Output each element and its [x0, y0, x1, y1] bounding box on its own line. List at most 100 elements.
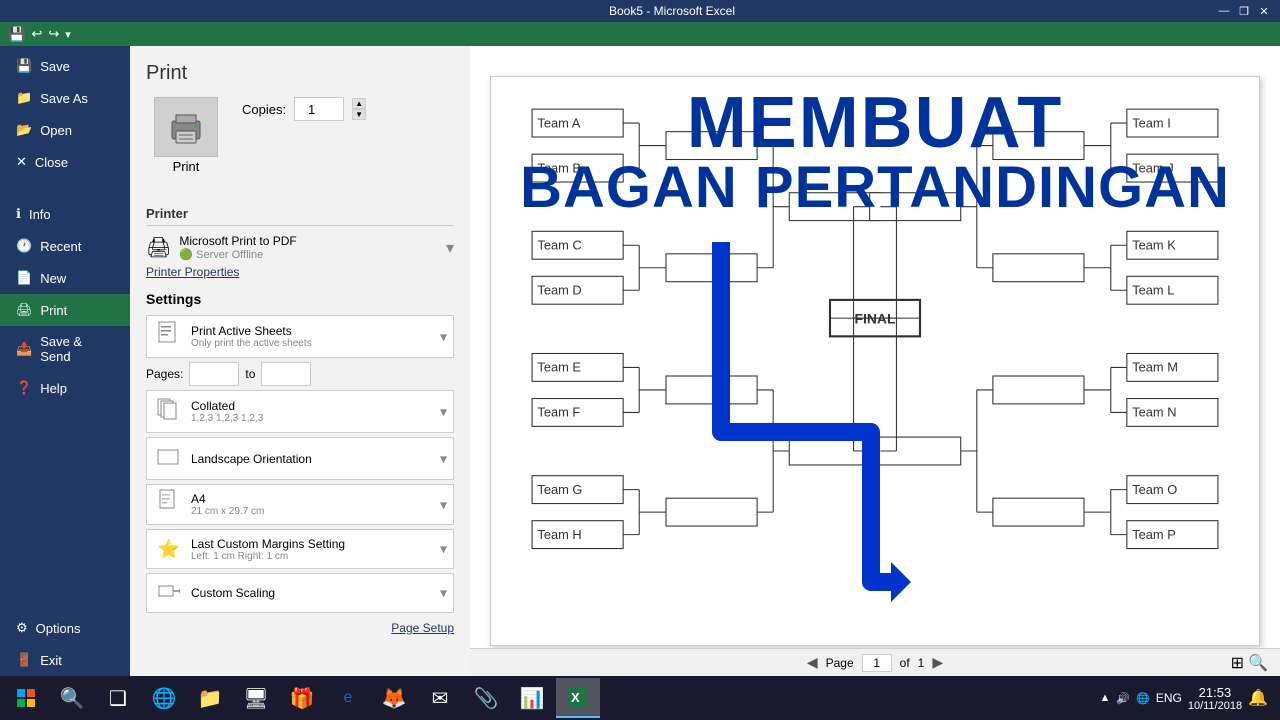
prev-page-btn[interactable]: ◀ [807, 654, 818, 671]
page-preview: Team A Team B Team C Team D Team E Team … [490, 76, 1260, 646]
speaker-icon[interactable]: 🔊 [1116, 692, 1130, 705]
copies-row: Copies: ▲ ▼ [242, 97, 454, 121]
svg-text:Team C: Team C [537, 238, 581, 253]
taskbar: 🔍 ❑ 🌐 📁 🖥 🎁 e 🦊 ✉ 📎 📊 X ▲ 🔊 🌐 ENG 21:53 … [0, 676, 1280, 720]
sidebar-item-info[interactable]: ℹ Info [0, 198, 130, 230]
undo-quick-btn[interactable]: ↩ [31, 26, 42, 42]
printer-status: 🟢 Server Offline [179, 248, 296, 261]
printer-svg [166, 107, 206, 147]
sidebar-item-new[interactable]: 📄 New [0, 262, 130, 294]
margins-setting[interactable]: ⭐ Last Custom Margins Setting Left: 1 cm… [146, 529, 454, 569]
app7-btn[interactable]: 📊 [510, 678, 554, 718]
svg-text:X: X [571, 690, 580, 705]
customize-quick-btn[interactable]: ▾ [65, 28, 71, 41]
fit-page-icon[interactable]: ⊞ [1231, 653, 1244, 673]
sidebar-item-save[interactable]: 💾 Save [0, 46, 130, 82]
margins-text: Last Custom Margins Setting Left: 1 cm R… [191, 537, 445, 562]
sidebar-item-print[interactable]: 🖨 Print [0, 294, 130, 326]
system-clock[interactable]: 21:53 10/11/2018 [1188, 685, 1242, 712]
margins-arrow[interactable]: ▾ [440, 541, 447, 558]
excel-taskbar-btn[interactable]: X [556, 678, 600, 718]
app6-btn[interactable]: 📎 [464, 678, 508, 718]
svg-text:Team L: Team L [1132, 283, 1174, 298]
sidebar-item-open[interactable]: 📂 Open [0, 114, 130, 146]
search-taskbar-btn[interactable]: 🔍 [50, 678, 94, 718]
network-icon[interactable]: 🌐 [1136, 692, 1150, 705]
paper-size-setting[interactable]: A4 21 cm x 29.7 cm ▾ [146, 484, 454, 525]
paper-size-text: A4 21 cm x 29.7 cm [191, 492, 445, 517]
next-page-btn[interactable]: ▶ [932, 654, 943, 671]
pages-row: Pages: to [146, 362, 454, 386]
svg-text:Team N: Team N [1132, 405, 1176, 420]
page-setup-link[interactable]: Page Setup [146, 621, 454, 635]
settings-taskbar-btn[interactable]: 🖥 [234, 678, 278, 718]
copies-input[interactable] [294, 97, 344, 121]
sidebar-item-recent[interactable]: 🕐 Recent [0, 230, 130, 262]
paper-size-arrow[interactable]: ▾ [440, 496, 447, 513]
clock-date: 10/11/2018 [1188, 700, 1242, 712]
margins-icon: ⭐ [155, 539, 183, 560]
printer-info: Microsoft Print to PDF 🟢 Server Offline [179, 234, 296, 261]
collated-setting[interactable]: Collated 1,2,3 1,2,3 1,2,3 ▾ [146, 390, 454, 433]
minimize-button[interactable]: — [1216, 4, 1232, 18]
info-icon: ℹ [16, 206, 21, 222]
close-button[interactable]: ✕ [1256, 4, 1272, 18]
landscape-arrow[interactable]: ▾ [440, 450, 447, 467]
collated-arrow[interactable]: ▾ [440, 403, 447, 420]
restore-button[interactable]: ❐ [1236, 4, 1252, 18]
sidebar-item-exit[interactable]: 🚪 Exit [0, 644, 130, 676]
mail-btn[interactable]: ✉ [418, 678, 462, 718]
excel-preview: Team A Team B Team C Team D Team E Team … [470, 46, 1280, 676]
svg-text:Team J: Team J [1132, 160, 1173, 175]
svg-text:Team D: Team D [537, 283, 581, 298]
printer-properties-link[interactable]: Printer Properties [146, 265, 454, 279]
svg-text:Team O: Team O [1132, 482, 1177, 497]
zoom-page-icon[interactable]: 🔍 [1248, 653, 1268, 673]
title-bar: Book5 - Microsoft Excel — ❐ ✕ [0, 0, 1280, 22]
landscape-setting[interactable]: Landscape Orientation ▾ [146, 437, 454, 480]
options-icon: ⚙ [16, 620, 28, 636]
firefox-btn[interactable]: 🦊 [372, 678, 416, 718]
copies-spinner[interactable]: ▲ ▼ [352, 98, 366, 120]
redo-quick-btn[interactable]: ↪ [48, 26, 59, 42]
tray-arrow[interactable]: ▲ [1100, 692, 1111, 704]
taskbar-right: ▲ 🔊 🌐 ENG 21:53 10/11/2018 🔔 [1100, 685, 1276, 712]
print-active-sheets-setting[interactable]: Print Active Sheets Only print the activ… [146, 315, 454, 358]
bracket-svg: Team A Team B Team C Team D Team E Team … [491, 77, 1259, 645]
scaling-setting[interactable]: Custom Scaling ▾ [146, 573, 454, 613]
copies-down[interactable]: ▼ [352, 109, 366, 120]
copies-label: Copies: [242, 102, 286, 117]
landscape-icon [155, 442, 183, 475]
copies-up[interactable]: ▲ [352, 98, 366, 109]
quick-access-toolbar: 💾 ↩ ↪ ▾ [0, 22, 1280, 46]
pages-to-label: to [245, 367, 255, 381]
scaling-arrow[interactable]: ▾ [440, 585, 447, 602]
sidebar-item-close[interactable]: ✕ Close [0, 146, 130, 178]
printer-dropdown-icon[interactable]: ▾ [446, 238, 454, 258]
svg-text:Team F: Team F [537, 405, 580, 420]
fileexplorer-btn[interactable]: 📁 [188, 678, 232, 718]
store-btn[interactable]: 🎁 [280, 678, 324, 718]
taskview-btn[interactable]: ❑ [96, 678, 140, 718]
pages-from-input[interactable] [189, 362, 239, 386]
sidebar-item-saveas[interactable]: 📁 Save As [0, 82, 130, 114]
print-sheets-arrow[interactable]: ▾ [440, 328, 447, 345]
sidebar-item-options[interactable]: ⚙ Options [0, 612, 130, 644]
paper-size-icon [155, 489, 183, 520]
windows-logo [16, 688, 36, 708]
start-button[interactable] [4, 678, 48, 718]
lang-indicator: ENG [1156, 691, 1182, 705]
print-button[interactable]: Print [146, 97, 226, 174]
ie-btn[interactable]: e [326, 678, 370, 718]
edge-btn[interactable]: 🌐 [142, 678, 186, 718]
page-nav-bar: ◀ Page of 1 ▶ ⊞ 🔍 [470, 648, 1280, 676]
notification-btn[interactable]: 🔔 [1248, 688, 1268, 708]
current-page-input[interactable] [862, 654, 892, 672]
svg-text:Team H: Team H [537, 527, 581, 542]
sidebar-item-savesend[interactable]: 📤 Save & Send [0, 326, 130, 372]
pages-to-input[interactable] [261, 362, 311, 386]
sidebar-item-help[interactable]: ❓ Help [0, 372, 130, 404]
total-pages: 1 [918, 656, 925, 670]
save-quick-btn[interactable]: 💾 [8, 26, 25, 43]
open-icon: 📂 [16, 122, 32, 138]
